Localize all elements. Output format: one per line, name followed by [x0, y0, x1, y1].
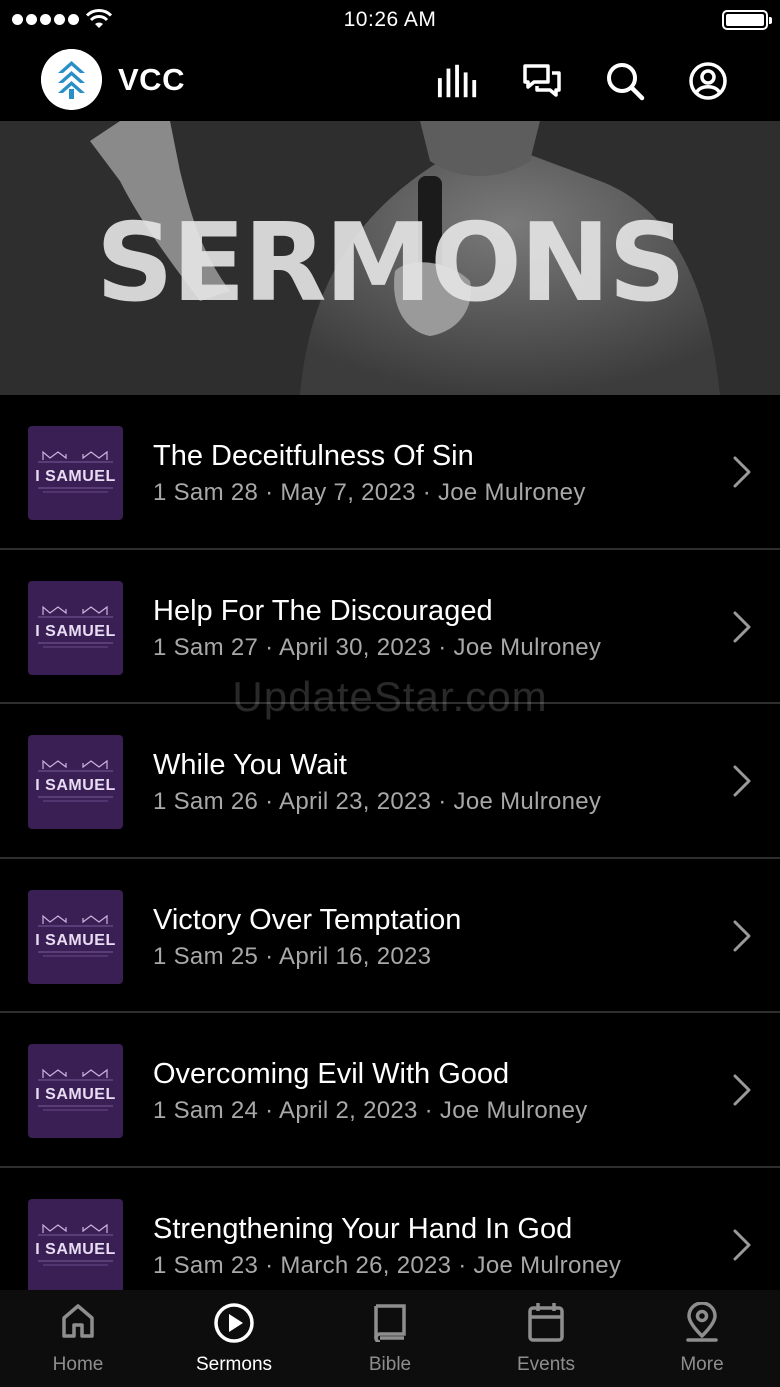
sermon-list-item[interactable]: I SAMUEL While You Wait 1 Sam 26 · April…	[0, 704, 780, 859]
sermon-title: Victory Over Temptation	[153, 903, 462, 936]
tab-more[interactable]: More	[624, 1290, 780, 1387]
hero-title: SERMONS	[95, 201, 686, 326]
brand-name: VCC	[118, 62, 185, 97]
status-time: 10:26 AM	[343, 8, 437, 31]
sermon-list-item[interactable]: I SAMUEL Victory Over Temptation 1 Sam 2…	[0, 859, 780, 1013]
sermon-series-thumbnail: I SAMUEL	[28, 889, 123, 984]
chevron-right-icon	[733, 611, 751, 642]
sermon-list-item[interactable]: I SAMUEL Help For The Discouraged 1 Sam …	[0, 550, 780, 704]
thumbnail-label: I SAMUEL	[35, 931, 116, 949]
status-bar: 10:26 AM	[0, 0, 780, 40]
sermon-meta: 1 Sam 28 · May 7, 2023 · Joe Mulroney	[153, 479, 586, 506]
calendar-icon	[528, 1303, 564, 1342]
sermons-hero-banner: SERMONS	[0, 121, 780, 395]
sermon-meta: 1 Sam 26 · April 23, 2023 · Joe Mulroney	[153, 788, 602, 815]
chevron-right-icon	[733, 1074, 751, 1106]
tab-bible[interactable]: Bible	[312, 1290, 468, 1387]
tab-bible-label: Bible	[368, 1354, 412, 1375]
sermon-series-thumbnail: I SAMUEL	[28, 1044, 123, 1138]
tab-home-label: Home	[52, 1354, 104, 1375]
tab-home[interactable]: Home	[0, 1290, 156, 1387]
sermon-title: Overcoming Evil With Good	[153, 1058, 510, 1090]
book-icon	[374, 1304, 406, 1342]
thumbnail-label: I SAMUEL	[35, 1086, 116, 1103]
sermon-series-thumbnail: I SAMUEL	[28, 426, 123, 520]
sermon-series-thumbnail: I SAMUEL	[28, 735, 123, 829]
logo-mark-icon	[41, 49, 102, 110]
thumbnail-label: I SAMUEL	[35, 1240, 116, 1258]
location-pin-icon	[686, 1302, 718, 1342]
sermon-list: I SAMUEL The Deceitfulness Of Sin 1 Sam …	[0, 395, 780, 1322]
account-icon[interactable]	[687, 60, 729, 102]
chevron-right-icon	[733, 920, 751, 951]
sermon-meta: 1 Sam 27 · April 30, 2023 · Joe Mulroney	[153, 633, 602, 661]
bottom-tab-bar: Home Sermons Bible Events More	[0, 1290, 780, 1387]
sermon-title: While You Wait	[153, 749, 347, 781]
church-logo[interactable]	[41, 49, 102, 110]
battery-icon	[722, 10, 772, 30]
tab-events-label: Events	[516, 1354, 576, 1375]
chat-icon[interactable]	[521, 60, 563, 102]
chevron-right-icon	[733, 765, 751, 797]
play-circle-icon	[214, 1303, 254, 1343]
app-header: VCC	[0, 40, 780, 121]
bars-icon[interactable]	[437, 60, 479, 102]
thumbnail-label: I SAMUEL	[35, 622, 116, 640]
tab-more-label: More	[680, 1354, 724, 1375]
search-icon[interactable]	[604, 60, 646, 102]
sermon-meta: 1 Sam 25 · April 16, 2023	[153, 942, 432, 970]
sermon-title: Help For The Discouraged	[153, 594, 493, 627]
chevron-right-icon	[733, 456, 751, 488]
thumbnail-label: I SAMUEL	[35, 468, 116, 485]
sermon-title: Strengthening Your Hand In God	[153, 1212, 573, 1245]
tab-events[interactable]: Events	[468, 1290, 624, 1387]
sermon-title: The Deceitfulness Of Sin	[153, 440, 474, 472]
sermon-meta: 1 Sam 23 · March 26, 2023 · Joe Mulroney	[153, 1251, 622, 1279]
thumbnail-label: I SAMUEL	[35, 777, 116, 794]
chevron-right-icon	[733, 1229, 751, 1260]
sermon-series-thumbnail: I SAMUEL	[28, 580, 123, 675]
sermon-meta: 1 Sam 24 · April 2, 2023 · Joe Mulroney	[153, 1097, 588, 1124]
tab-sermons[interactable]: Sermons	[156, 1290, 312, 1387]
sermon-series-thumbnail: I SAMUEL	[28, 1198, 123, 1293]
sermon-list-item[interactable]: I SAMUEL Overcoming Evil With Good 1 Sam…	[0, 1013, 780, 1168]
sermon-list-item[interactable]: I SAMUEL The Deceitfulness Of Sin 1 Sam …	[0, 395, 780, 550]
tab-sermons-label: Sermons	[195, 1354, 273, 1375]
home-icon	[62, 1304, 94, 1338]
